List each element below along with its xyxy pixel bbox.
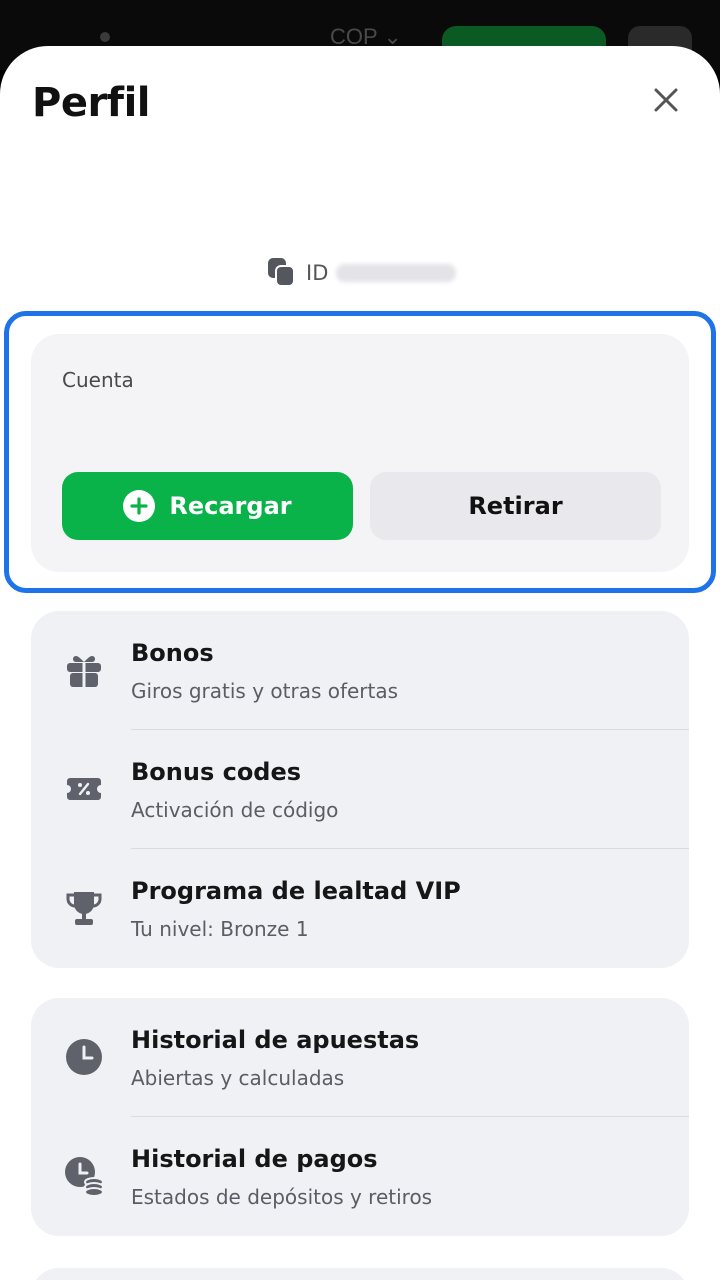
profile-sheet: Perfil ID Cuenta Recargar Retirar Bonos … <box>0 46 720 1280</box>
menu-item-bonos[interactable]: Bonos Giros gratis y otras ofertas <box>31 611 689 730</box>
menu-item-title: Bonus codes <box>131 758 302 786</box>
menu-item-payment-history[interactable]: Historial de pagos Estados de depósitos … <box>31 1117 689 1236</box>
menu-item-title: Bonos <box>131 639 214 667</box>
close-button[interactable] <box>646 80 686 120</box>
coupon-icon <box>67 778 101 800</box>
menu-item-subtitle: Estados de depósitos y retiros <box>131 1185 433 1209</box>
user-id-value-redacted <box>336 264 457 282</box>
menu-item-subtitle: Giros gratis y otras ofertas <box>131 679 399 703</box>
user-id-row[interactable]: ID <box>266 257 457 289</box>
menu-group-next <box>31 1268 689 1280</box>
menu-item-title: Programa de lealtad VIP <box>131 877 461 905</box>
trophy-icon <box>66 892 102 925</box>
user-id-label: ID <box>306 261 329 285</box>
menu-group-history: Historial de apuestas Abiertas y calcula… <box>31 998 689 1236</box>
menu-item-bet-history[interactable]: Historial de apuestas Abiertas y calcula… <box>31 998 689 1117</box>
background-dot <box>100 32 110 42</box>
menu-item-vip-program[interactable]: Programa de lealtad VIP Tu nivel: Bronze… <box>31 849 689 968</box>
menu-item-subtitle: Tu nivel: Bronze 1 <box>131 917 309 941</box>
gift-icon <box>67 656 101 687</box>
menu-item-title: Historial de apuestas <box>131 1026 420 1054</box>
clock-icon <box>66 1039 102 1075</box>
menu-group-rewards: Bonos Giros gratis y otras ofertas Bonus… <box>31 611 689 968</box>
close-icon <box>654 88 678 112</box>
menu-item-bonus-codes[interactable]: Bonus codes Activación de código <box>31 730 689 849</box>
page-title: Perfil <box>32 80 151 126</box>
menu-item-subtitle: Abiertas y calculadas <box>131 1066 345 1090</box>
copy-icon[interactable] <box>266 257 298 289</box>
menu-item-subtitle: Activación de código <box>131 798 339 822</box>
account-highlight-outline <box>4 311 716 593</box>
menu-item-title: Historial de pagos <box>131 1145 378 1173</box>
clock-coins-icon <box>65 1157 104 1197</box>
